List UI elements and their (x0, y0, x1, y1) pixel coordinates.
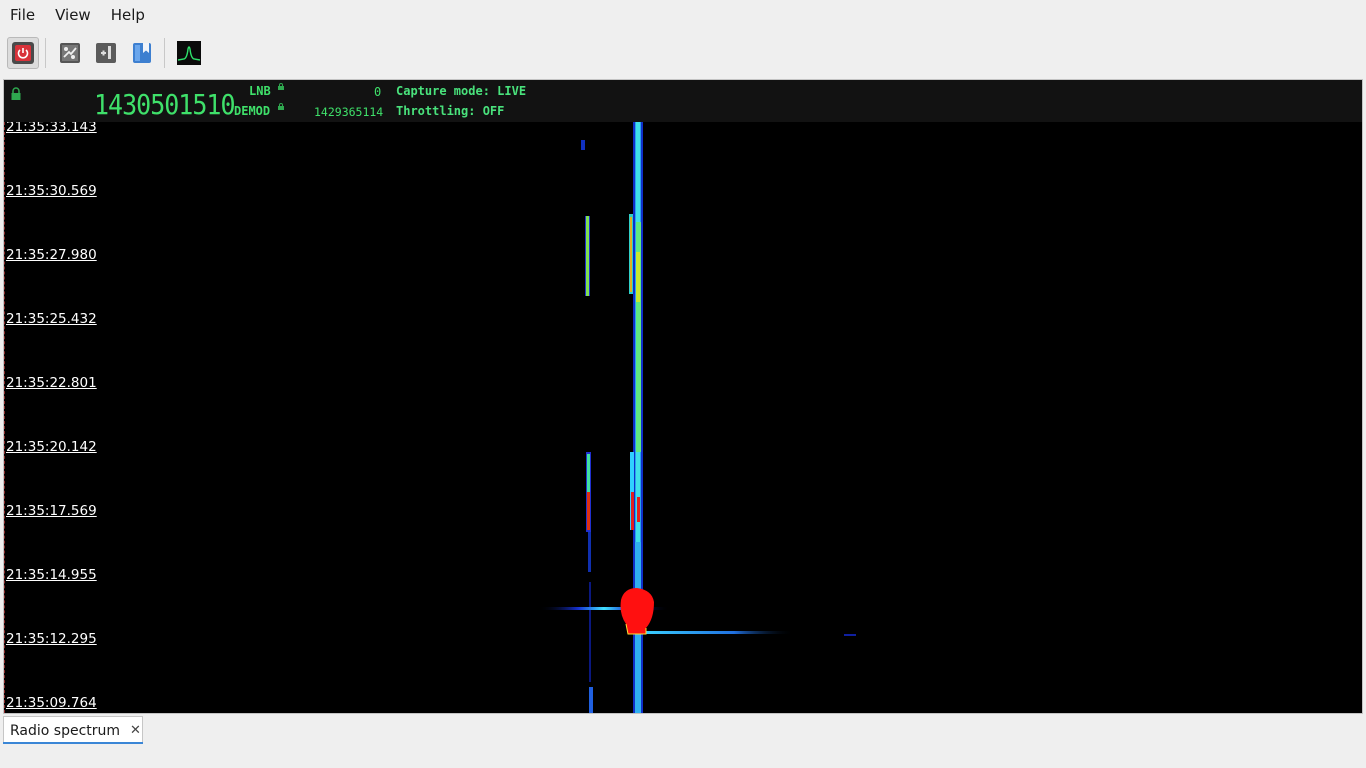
spectrum-button[interactable] (173, 37, 205, 69)
timestamp-label: 21:35:17.569 (6, 503, 97, 519)
lnb-value[interactable]: 0 (374, 85, 381, 99)
lnb-lock-icon[interactable] (278, 83, 284, 90)
timestamp-axis: 21:35:33.143 21:35:30.569 21:35:27.980 2… (6, 122, 116, 713)
frequency-readout[interactable]: 1430501510 (94, 88, 236, 120)
frequency-info-bar: 1430501510 LNB 0 DEMOD 1429365114 Captur… (4, 80, 1362, 122)
timestamp-label: 21:35:33.143 (6, 122, 97, 135)
waterfall-display[interactable]: 21:35:33.143 21:35:30.569 21:35:27.980 2… (4, 122, 1362, 713)
menu-bar: File View Help (0, 0, 1366, 30)
carrier-secondary (581, 140, 593, 713)
capture-mode-status: Capture mode: LIVE (396, 84, 527, 98)
timestamp-label: 21:35:30.569 (6, 183, 97, 199)
tab-bar: Radio spectrum ✕ (0, 716, 1366, 746)
throttling-status: Throttling: OFF (396, 104, 505, 118)
settings-button[interactable] (54, 37, 86, 69)
lock-icon[interactable] (10, 87, 22, 100)
timestamp-label: 21:35:25.432 (6, 311, 97, 327)
settings-panel-icon (60, 43, 80, 63)
toolbar-separator (45, 38, 46, 68)
menu-help[interactable]: Help (101, 0, 155, 30)
toolbar (0, 32, 1366, 74)
waterfall-canvas (539, 122, 856, 713)
toolbar-separator (164, 38, 165, 68)
spectrum-panel: 1430501510 LNB 0 DEMOD 1429365114 Captur… (3, 79, 1363, 714)
timestamp-label: 21:35:27.980 (6, 247, 97, 263)
record-icon (96, 43, 116, 63)
demod-value[interactable]: 1429365114 (314, 105, 383, 119)
lnb-label: LNB (249, 84, 271, 98)
record-button[interactable] (90, 37, 122, 69)
power-button[interactable] (7, 37, 39, 69)
demod-lock-icon[interactable] (278, 103, 284, 110)
close-icon[interactable]: ✕ (130, 723, 141, 738)
timestamp-label: 21:35:14.955 (6, 567, 97, 583)
tab-radio-spectrum[interactable]: Radio spectrum ✕ (3, 716, 143, 744)
bookmark-icon (133, 43, 151, 63)
menu-view[interactable]: View (45, 0, 101, 30)
timestamp-label: 21:35:09.764 (6, 695, 97, 711)
active-tab-indicator (3, 742, 143, 744)
signal-burst (539, 588, 856, 636)
power-icon (12, 42, 34, 64)
app-window: File View Help 1430501510 LNB 0 DEMOD 14… (0, 0, 1366, 768)
timestamp-label: 21:35:12.295 (6, 631, 97, 647)
menu-file[interactable]: File (0, 0, 45, 30)
demod-label: DEMOD (234, 104, 271, 118)
spectrum-icon (177, 41, 201, 65)
bookmark-button[interactable] (126, 37, 158, 69)
timestamp-label: 21:35:20.142 (6, 439, 97, 455)
waterfall-left-edge (4, 122, 6, 713)
tab-label: Radio spectrum (10, 722, 121, 739)
timestamp-label: 21:35:22.801 (6, 375, 97, 391)
